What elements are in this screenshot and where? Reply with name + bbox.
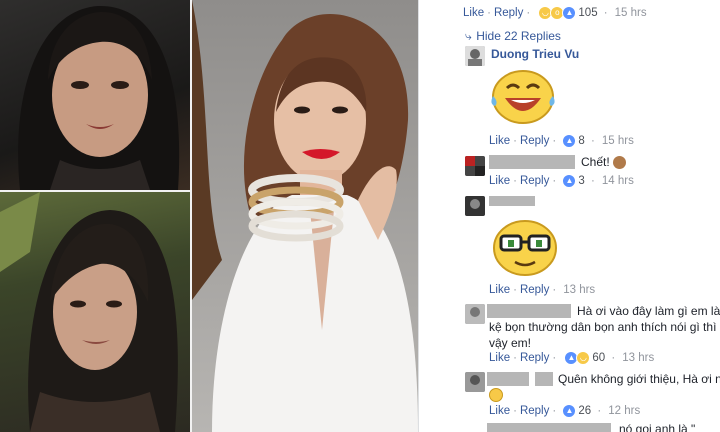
- comment-actions: Like · Reply · ▲ 26 · 12 hrs: [489, 404, 641, 418]
- comment-text-line1: Quên không giới thiệu, Hà ơi nhà a: [558, 372, 720, 386]
- comment-time[interactable]: 12 hrs: [608, 405, 640, 417]
- collage-divider-horizontal: [0, 190, 190, 192]
- comment-time[interactable]: 15 hrs: [602, 135, 634, 147]
- hide-replies-label: Hide 22 Replies: [476, 29, 561, 43]
- like-reaction-icon: ▲: [562, 404, 577, 418]
- comment-text-line2: kệ bọn thường dân bọn anh thích nói gì t…: [489, 320, 720, 334]
- reaction-icons[interactable]: ◡ o ▲: [538, 6, 577, 20]
- laughing-sticker: [487, 66, 559, 133]
- comment-time[interactable]: 14 hrs: [602, 175, 634, 187]
- monkey-emoji-icon: [613, 156, 627, 170]
- like-reaction-icon: ▲: [562, 134, 577, 148]
- comment-text-line3: vậy em!: [489, 336, 532, 350]
- comment-text-line1: nó gọi anh là ": [619, 422, 696, 432]
- like-reaction-icon: ▲: [562, 6, 577, 20]
- avatar[interactable]: [465, 372, 485, 392]
- redacted-name: [489, 196, 535, 206]
- comment-thread: Like · Reply · ◡ o ▲ 105 · 15 hrs ⤷ Hide 22 Re…: [418, 0, 720, 432]
- photo-collage: [0, 0, 418, 432]
- reply-link[interactable]: Reply: [520, 352, 549, 364]
- redacted-name: [489, 155, 575, 169]
- avatar[interactable]: [465, 46, 485, 66]
- like-link[interactable]: Like: [489, 175, 510, 187]
- collage-divider-vertical: [190, 0, 192, 432]
- avatar[interactable]: [465, 304, 485, 324]
- photo-woman-white-dress: [192, 0, 418, 432]
- hide-replies-toggle[interactable]: ⤷ Hide 22 Replies: [465, 27, 561, 45]
- redacted-name: [487, 372, 529, 386]
- comment-actions: Like · Reply · ▲ ◡ 60 · 13 hrs: [489, 351, 655, 365]
- like-link[interactable]: Like: [489, 135, 510, 147]
- redacted-name: [535, 372, 553, 386]
- photo-woman-portrait-1: [0, 0, 190, 190]
- comment-text-line1: Hà ơi vào đây làm gì em là sao em: [577, 304, 720, 318]
- avatar[interactable]: [465, 156, 485, 176]
- like-reaction-icon: ▲: [562, 174, 577, 188]
- redacted-name: [487, 304, 571, 318]
- reply-link[interactable]: Reply: [520, 175, 549, 187]
- photo-woman-portrait-2: [0, 192, 190, 432]
- comment-author[interactable]: Duong Trieu Vu: [491, 47, 579, 61]
- reply-link[interactable]: Reply: [520, 284, 549, 296]
- comment-time[interactable]: 15 hrs: [615, 7, 647, 19]
- hide-replies-arrow-icon: ⤷: [465, 29, 472, 43]
- like-link[interactable]: Like: [489, 352, 510, 364]
- haha-reaction-icon: ◡: [576, 351, 591, 365]
- nerd-sticker: [489, 214, 561, 283]
- comment-time[interactable]: 13 hrs: [563, 284, 595, 296]
- reaction-icons[interactable]: ▲ ◡: [564, 351, 591, 365]
- comment-text: Chết!: [581, 154, 627, 170]
- like-link[interactable]: Like: [463, 7, 484, 19]
- reply-link[interactable]: Reply: [494, 7, 523, 19]
- reaction-count: 3: [578, 175, 585, 188]
- reaction-count: 8: [578, 135, 585, 148]
- reaction-count: 60: [592, 352, 606, 365]
- like-link[interactable]: Like: [489, 284, 510, 296]
- reply-link[interactable]: Reply: [520, 405, 549, 417]
- like-link[interactable]: Like: [489, 405, 510, 417]
- reaction-count: 26: [578, 405, 592, 418]
- comment-actions: Like · Reply · 13 hrs: [489, 284, 596, 296]
- comment-actions: Like · Reply · ◡ o ▲ 105 · 15 hrs: [463, 6, 647, 20]
- comment-actions: Like · Reply · ▲ 3 · 14 hrs: [489, 174, 634, 188]
- comment-time[interactable]: 13 hrs: [622, 352, 654, 364]
- avatar[interactable]: [465, 196, 485, 216]
- reply-link[interactable]: Reply: [520, 135, 549, 147]
- reaction-count: 105: [578, 7, 598, 20]
- redacted-name: [487, 423, 611, 432]
- comment-actions: Like · Reply · ▲ 8 · 15 hrs: [489, 134, 634, 148]
